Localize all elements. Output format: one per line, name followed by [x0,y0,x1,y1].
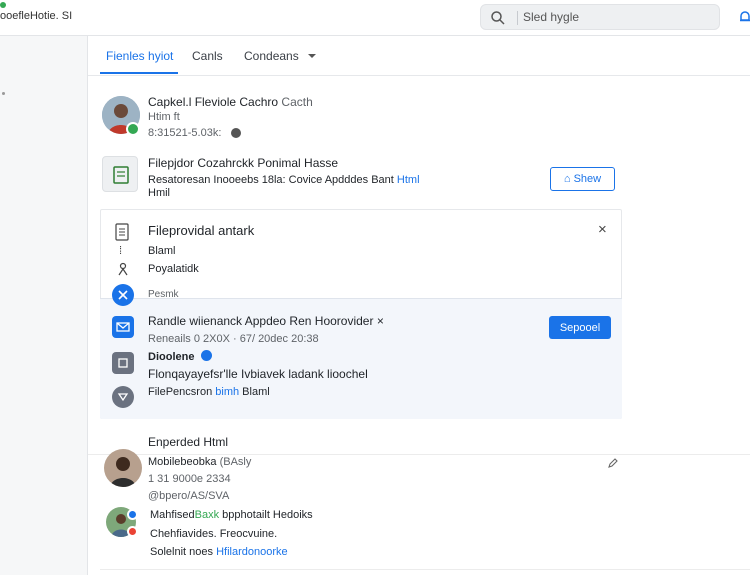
person1-phone: 1 31 9000e 2334 [148,473,231,485]
tab-bar: Fienles hyiot Canls Condeans ⋮ [88,36,750,76]
person2-line3: Solelnit noes Hfilardonoorke [150,546,288,558]
person2-line2: Chehfiavides. Freocvuine. [150,528,278,540]
chevron-down-icon[interactable] [308,53,316,59]
document-icon [115,223,129,241]
app-logo-icon [0,2,6,8]
person-icon [118,262,128,276]
sepooel-button[interactable]: Sepooel [549,316,611,339]
card-item-3: Pesmk [148,289,179,300]
left-sidebar [0,36,88,575]
document-icon [113,166,129,184]
sub-file-end: Blaml [242,386,270,398]
sub-name-text: Dioolene [148,351,195,363]
search-icon [491,11,505,25]
sub-title: Randle wiienanck Appdeo Ren Hoorovider × [148,314,384,328]
status-badge-red [127,526,138,537]
tab-condeans[interactable]: Condeans [244,49,299,63]
profile-meta: 8:31521-5.03k: [148,127,222,139]
notification-bell-icon[interactable] [737,8,750,26]
profile-name: Capkel.l Fleviole Cachro Cacth [148,95,313,109]
tab-fienles-hyiot[interactable]: Fienles hyiot [106,49,173,63]
file-title: Filepjdor Cozahrckk Ponimal Hasse [148,156,339,170]
lock-icon: ⌂ [563,173,571,185]
tools-icon [112,284,134,306]
section-divider [88,454,750,455]
online-status-badge [126,122,140,136]
card-item-2: Poyalatidk [148,263,199,275]
status-badge-blue [127,509,138,520]
card-item-1: Blaml [148,245,176,257]
card-title: Fileprovidal antark [148,223,255,238]
close-icon[interactable]: × [598,221,607,238]
verified-icon [200,350,212,361]
file-description-link[interactable]: Html [397,174,420,186]
person-icon [104,449,142,487]
info-icon: ⁞ [119,245,123,257]
sub-file-link[interactable]: bimh [215,386,239,398]
person1-name-suffix: (BAsly [219,456,252,468]
person1-name-text: Mobilebeobka [148,456,217,468]
file-thumbnail [102,156,138,192]
expanded-heading: Enperded Html [148,435,229,449]
person2-line1-b: bpphotailt Hedoiks [222,509,313,521]
search-box[interactable] [480,4,720,30]
person1-handle: @bpero/AS/SVA [148,490,230,502]
tab-canls[interactable]: Canls [192,49,223,63]
sub-desc: Flonqayayefsr'lle Ivbiavek ladank liooch… [148,367,368,381]
active-tab-indicator [100,72,178,74]
profile-subtitle: Htim ft [148,111,180,123]
app-title: ooefleHotie. SI [0,10,73,22]
file-description-2: Hmil [148,187,170,199]
archive-icon [112,352,134,374]
bottom-divider [100,569,750,570]
file-description-text: Resatoresan Inooeebs 18la: Covice Apddde… [148,174,394,186]
mail-icon [112,316,134,338]
more-options-icon[interactable]: ⋮ [744,48,750,65]
filter-icon [112,386,134,408]
main-panel: Fienles hyiot Canls Condeans ⋮ Capkel.l … [88,36,750,575]
person2-line1-link[interactable]: Baxk [195,509,219,521]
person1-name: Mobilebeobka (BAsly [148,456,251,468]
top-bar: ooefleHotie. SI [0,0,750,36]
file-description: Resatoresan Inooeebs 18la: Covice Apddde… [148,174,420,186]
show-button-label: Shew [573,173,602,185]
person2-line1-a: Mahfised [150,509,195,521]
show-button[interactable]: ⌂ Shew [550,167,615,191]
contact-avatar-1 [104,449,142,487]
sub-file: FilePencsron bimh Blaml [148,386,270,398]
edit-icon[interactable] [607,457,619,469]
person2-line3-link[interactable]: Hfilardonoorke [216,546,288,558]
search-input[interactable] [523,8,713,26]
sub-name: Dioolene [148,350,212,363]
profile-name-text: Capkel.l Fleviole Cachro [148,95,279,109]
person2-line1: MahfisedBaxk bpphotailt Hedoiks [150,509,313,521]
sub-file-text: FilePencsron [148,386,213,398]
sub-line: Reneails 0 2X0X · 67/ 20dec 20:38 [148,333,319,345]
profile-name-suffix: Cacth [281,95,313,109]
person2-line3-a: Solelnit noes [150,546,213,558]
sub-close-icon[interactable]: × [377,314,384,328]
globe-icon [231,128,241,138]
search-divider [517,11,518,25]
sidebar-marker [2,92,5,95]
sub-title-text: Randle wiienanck Appdeo Ren Hoorovider [148,314,374,328]
